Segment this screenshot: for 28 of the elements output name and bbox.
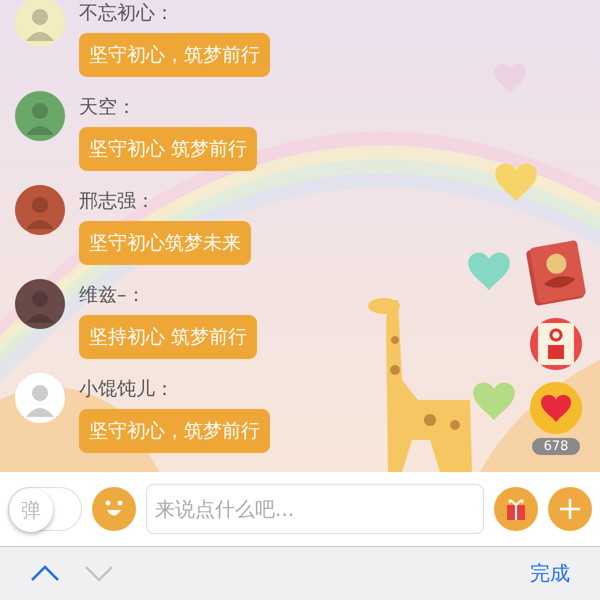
gift-icon <box>504 497 528 521</box>
avatar <box>15 185 65 235</box>
gift-button[interactable] <box>494 487 538 531</box>
heart-icon <box>540 393 572 423</box>
user-name: 维兹–： <box>79 283 146 307</box>
like-count: 678 <box>532 438 580 455</box>
comment-input[interactable]: 来说点什么吧... <box>146 484 484 534</box>
message-bubble: 坚守初心筑梦未来 <box>79 221 251 265</box>
heart-icon <box>495 164 537 202</box>
message-bubble: 坚守初心，筑梦前行 <box>79 409 270 453</box>
avatar <box>15 91 65 141</box>
avatar <box>15 0 65 47</box>
plus-icon <box>558 497 582 521</box>
message-bubble: 坚守初心 筑梦前行 <box>79 127 258 171</box>
message-bubble: 坚守初心，筑梦前行 <box>79 33 270 77</box>
avatar <box>15 373 65 423</box>
user-name: 小馄饨儿： <box>79 377 175 401</box>
envelope-icon[interactable] <box>524 240 588 306</box>
user-name: 天空： <box>79 95 137 119</box>
avatar <box>15 279 65 329</box>
heart-icon <box>473 382 515 420</box>
user-name: 不忘初心： <box>79 1 175 25</box>
envelope-icon <box>538 323 574 365</box>
heart-icon <box>468 252 510 290</box>
message-bubble: 坚持初心 筑梦前行 <box>79 315 258 359</box>
done-button[interactable]: 完成 <box>530 560 570 587</box>
user-name: 邢志强： <box>79 189 156 213</box>
previous-button[interactable] <box>30 564 60 583</box>
